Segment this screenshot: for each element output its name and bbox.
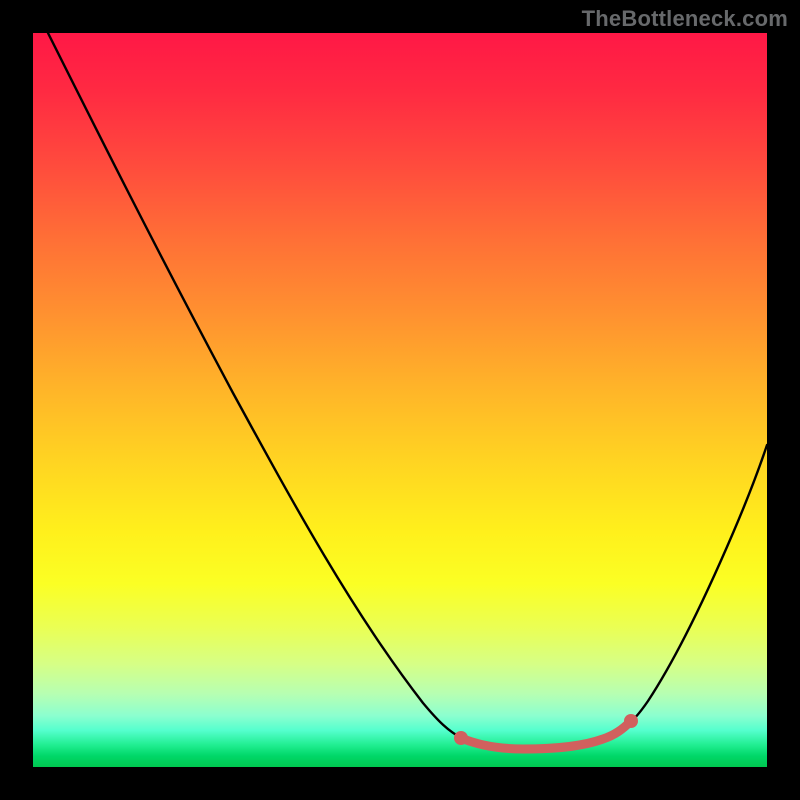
plot-area	[33, 33, 767, 767]
optimal-range-highlight	[454, 714, 638, 749]
curve-layer	[33, 33, 767, 767]
bottleneck-curve	[48, 33, 767, 749]
watermark-text: TheBottleneck.com	[582, 6, 788, 32]
chart-frame: TheBottleneck.com	[0, 0, 800, 800]
